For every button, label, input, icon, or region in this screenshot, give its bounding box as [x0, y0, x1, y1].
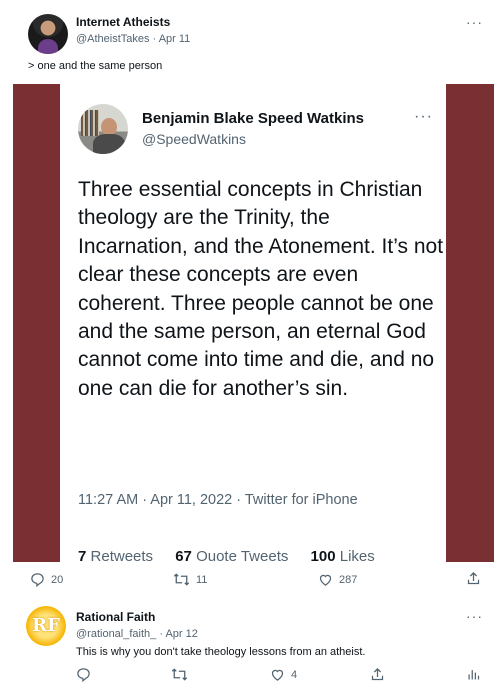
quotes-label: Ouote Tweets [196, 548, 289, 562]
retweets-label: Retweets [90, 548, 154, 562]
like-count: 287 [339, 573, 358, 586]
share-icon [370, 667, 385, 682]
avatar-rational-faith[interactable]: RF [26, 606, 66, 646]
share-button[interactable] [466, 571, 481, 586]
embedded-author-handle: @SpeedWatkins [142, 131, 246, 147]
reply-button[interactable]: 20 [30, 572, 63, 587]
quotes-count: 67 [175, 548, 192, 562]
author-name[interactable]: Rational Faith [76, 610, 155, 624]
embedded-author-name: Benjamin Blake Speed Watkins [142, 110, 365, 127]
author-name[interactable]: Internet Atheists [76, 15, 170, 29]
embedded-tweet-text: Three essential concepts in Christian th… [78, 178, 444, 400]
avatar-internet-atheists[interactable] [28, 14, 68, 54]
author-handle-date[interactable]: @rational_faith_ · Apr 12 [76, 628, 198, 640]
more-options-icon[interactable]: ··· [466, 14, 483, 30]
like-button[interactable]: 287 [318, 572, 357, 587]
embedded-tweet-stats: 7 Retweets 67 Ouote Tweets 100 Likes [78, 548, 375, 562]
retweet-button[interactable] [171, 667, 194, 682]
tweet-text: This is why you don't take theology less… [76, 646, 366, 658]
tweet-text: > one and the same person [28, 60, 163, 72]
reply-button[interactable] [76, 667, 97, 682]
reply-icon [30, 572, 45, 587]
share-icon [466, 571, 481, 586]
analytics-icon [466, 667, 481, 682]
like-icon [318, 572, 333, 587]
author-handle-date[interactable]: @AtheistTakes · Apr 11 [76, 33, 190, 45]
likes-label: Likes [339, 548, 375, 562]
embedded-tweet-meta: 11:27 AM · Apr 11, 2022 · Twitter for iP… [78, 492, 358, 508]
likes-count: 100 [310, 548, 336, 562]
embedded-tweet-screenshot: Benjamin Blake Speed Watkins @SpeedWatki… [60, 84, 446, 562]
tweet-media-image[interactable]: Benjamin Blake Speed Watkins @SpeedWatki… [13, 84, 494, 562]
like-icon [270, 667, 285, 682]
reply-icon [76, 667, 91, 682]
retweets-count: 7 [78, 548, 87, 562]
like-button[interactable]: 4 [270, 667, 297, 682]
embedded-more-icon: ··· [414, 108, 433, 125]
retweet-count: 11 [196, 573, 208, 586]
more-options-icon[interactable]: ··· [466, 608, 483, 624]
retweet-icon [171, 667, 188, 682]
embedded-avatar [78, 104, 128, 154]
retweet-button[interactable]: 11 [173, 572, 207, 587]
analytics-button[interactable] [466, 667, 481, 682]
share-button[interactable] [370, 667, 385, 682]
like-count: 4 [291, 668, 298, 681]
reply-count: 20 [51, 573, 64, 586]
retweet-icon [173, 572, 190, 587]
